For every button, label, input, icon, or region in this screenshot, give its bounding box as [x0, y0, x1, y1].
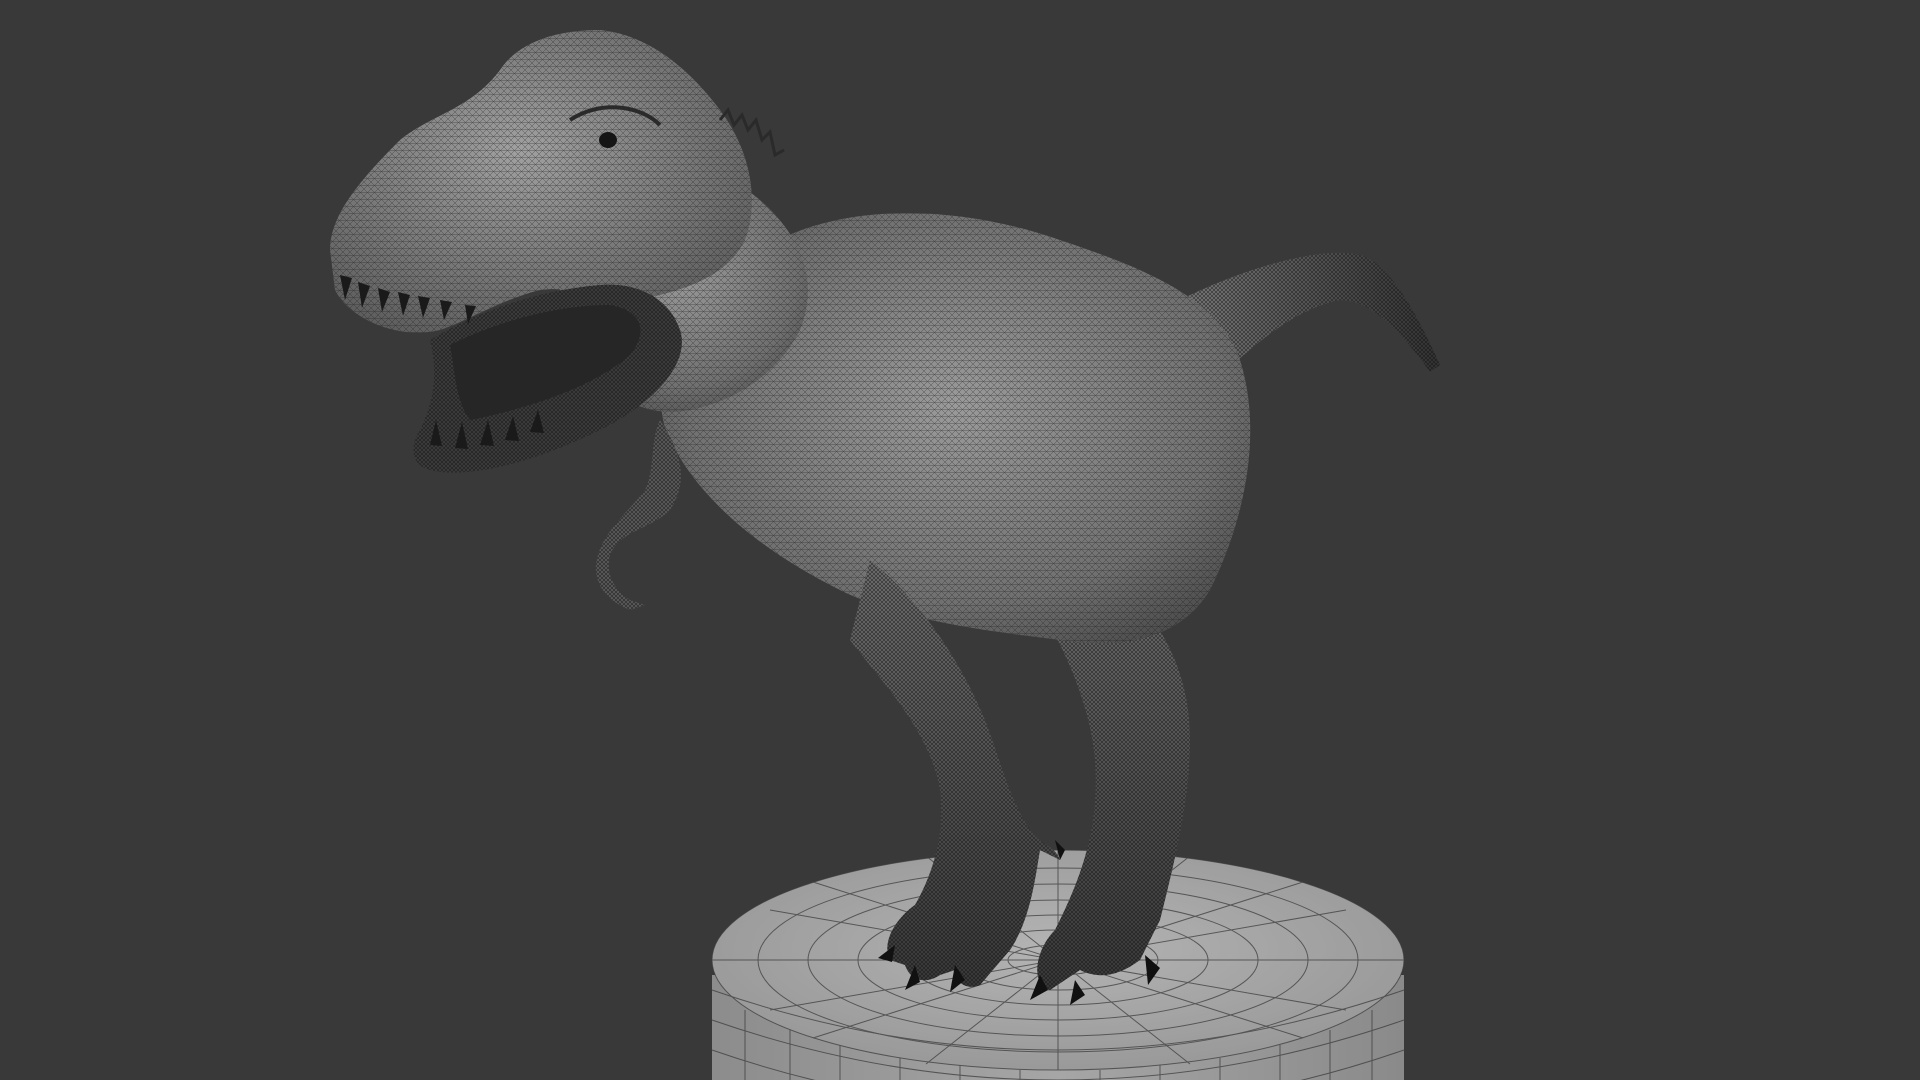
tyrannosaurus-model[interactable]	[330, 30, 1440, 1005]
trex-eye	[599, 132, 617, 148]
3d-viewport[interactable]	[0, 0, 1920, 1080]
viewport-canvas[interactable]	[0, 0, 1920, 1080]
